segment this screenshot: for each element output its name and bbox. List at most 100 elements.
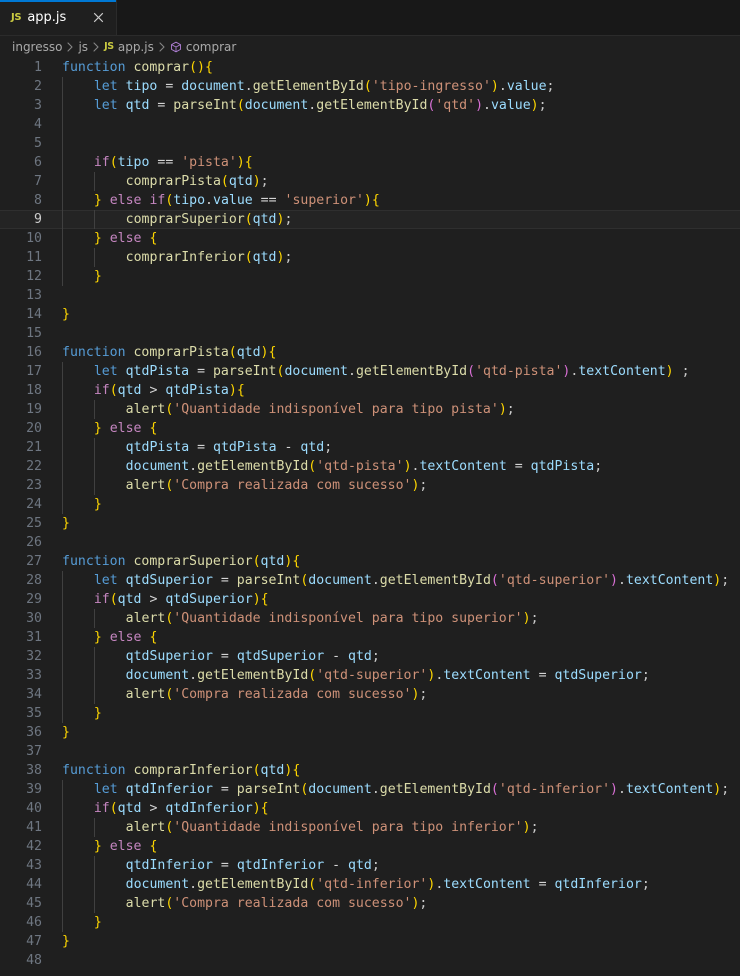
code-line[interactable]: 24 } [0, 495, 740, 514]
line-number: 41 [26, 820, 42, 835]
code-line[interactable]: 25} [0, 514, 740, 533]
code-line[interactable]: 34 alert('Compra realizada com sucesso')… [0, 685, 740, 704]
symbol-method-icon [170, 41, 182, 53]
line-number: 43 [26, 858, 42, 873]
line-number: 29 [26, 592, 42, 607]
code-line[interactable]: 7 comprarPista(qtd); [0, 172, 740, 191]
code-line[interactable]: 3 let qtd = parseInt(document.getElement… [0, 96, 740, 115]
code-line[interactable]: 37 [0, 742, 740, 761]
line-number: 22 [26, 459, 42, 474]
code-line[interactable]: 30 alert('Quantidade indisponível para t… [0, 609, 740, 628]
line-number: 24 [26, 497, 42, 512]
code-line-text: if(qtd > qtdPista){ [93, 383, 245, 398]
code-line[interactable]: 45 alert('Compra realizada com sucesso')… [0, 894, 740, 913]
code-line[interactable]: 22 document.getElementById('qtd-pista').… [0, 457, 740, 476]
breadcrumb-item-folder[interactable]: ingresso [11, 41, 63, 53]
breadcrumb-label: js [78, 40, 89, 54]
code-line[interactable]: 2 let tipo = document.getElementById('ti… [0, 77, 740, 96]
code-line[interactable]: 11 comprarInferior(qtd); [0, 248, 740, 267]
code-line[interactable]: 36} [0, 723, 740, 742]
chevron-right-icon [63, 42, 77, 52]
code-line[interactable]: 15 [0, 324, 740, 343]
code-line-text: qtdInferior = qtdInferior - qtd; [125, 858, 380, 873]
code-line[interactable]: 28 let qtdSuperior = parseInt(document.g… [0, 571, 740, 590]
code-line-text: alert('Quantidade indisponível para tipo… [125, 402, 515, 417]
code-line[interactable]: 46 } [0, 913, 740, 932]
line-number: 39 [26, 782, 42, 797]
code-line[interactable]: 21 qtdPista = qtdPista - qtd; [0, 438, 740, 457]
line-number: 47 [26, 934, 42, 949]
code-line[interactable]: 35 } [0, 704, 740, 723]
code-line-text: function comprar(){ [62, 60, 213, 75]
code-line-text: } else { [93, 630, 158, 645]
code-line[interactable]: 41 alert('Quantidade indisponível para t… [0, 818, 740, 837]
code-line-text: comprarPista(qtd); [125, 174, 269, 189]
code-line[interactable]: 27 function comprarSuperior(qtd){ [0, 552, 740, 571]
chevron-right-icon [89, 42, 103, 52]
breadcrumb-label: ingresso [12, 40, 63, 54]
line-number: 31 [26, 630, 42, 645]
code-line[interactable]: 4 [0, 115, 740, 134]
js-file-icon: JS [11, 11, 22, 23]
code-line-text: } [62, 725, 70, 740]
breadcrumb-item-symbol[interactable]: comprar [169, 41, 237, 53]
code-line[interactable]: 31 } else { [0, 628, 740, 647]
breadcrumb-item-js[interactable]: js [77, 41, 89, 53]
line-number: 8 [34, 193, 42, 208]
code-line-text: alert('Compra realizada com sucesso'); [125, 478, 428, 493]
line-number: 38 [26, 763, 42, 778]
code-line-text: comprarInferior(qtd); [125, 250, 293, 265]
code-line[interactable]: 47} [0, 932, 740, 951]
line-number: 37 [26, 744, 42, 759]
code-line-text: } [93, 269, 102, 284]
code-line[interactable]: 8 } else if(tipo.value == 'superior'){ [0, 191, 740, 210]
breadcrumb-label: comprar [185, 40, 237, 54]
code-line-text: alert('Compra realizada com sucesso'); [125, 687, 428, 702]
code-line-text: } [93, 915, 102, 930]
code-line[interactable]: 44 document.getElementById('qtd-inferior… [0, 875, 740, 894]
code-line[interactable]: 18 if(qtd > qtdPista){ [0, 381, 740, 400]
code-line-text: if(qtd > qtdInferior){ [93, 801, 269, 816]
code-line[interactable]: 48 [0, 951, 740, 970]
code-line[interactable]: 17 let qtdPista = parseInt(document.getE… [0, 362, 740, 381]
code-line-text: if(tipo == 'pista'){ [93, 155, 253, 170]
code-line[interactable]: 6 if(tipo == 'pista'){ [0, 153, 740, 172]
breadcrumb-item-file[interactable]: JS app.js [103, 41, 155, 53]
code-line-text: comprarSuperior(qtd); [125, 212, 293, 227]
code-editor[interactable]: 1 function comprar(){2 let tipo = documen… [0, 58, 740, 976]
code-line[interactable]: 20 } else { [0, 419, 740, 438]
code-line[interactable]: 1 function comprar(){ [0, 58, 740, 77]
code-line-text: document.getElementById('qtd-superior').… [125, 668, 650, 683]
code-line[interactable]: 9 comprarSuperior(qtd); [0, 210, 740, 229]
code-line[interactable]: 10 } else { [0, 229, 740, 248]
code-line[interactable]: 14} [0, 305, 740, 324]
code-line-text: alert('Quantidade indisponível para tipo… [125, 611, 539, 626]
close-icon[interactable] [89, 9, 107, 27]
code-line[interactable]: 40 if(qtd > qtdInferior){ [0, 799, 740, 818]
code-lines-container[interactable]: 1 function comprar(){2 let tipo = documen… [0, 58, 740, 976]
code-line[interactable]: 39 let qtdInferior = parseInt(document.g… [0, 780, 740, 799]
code-line[interactable]: 26 [0, 533, 740, 552]
code-line[interactable]: 38 function comprarInferior(qtd){ [0, 761, 740, 780]
code-line[interactable]: 33 document.getElementById('qtd-superior… [0, 666, 740, 685]
code-line[interactable]: 32 qtdSuperior = qtdSuperior - qtd; [0, 647, 740, 666]
code-line[interactable]: 16 function comprarPista(qtd){ [0, 343, 740, 362]
code-line[interactable]: 42 } else { [0, 837, 740, 856]
line-number: 26 [26, 535, 42, 550]
code-line[interactable]: 19 alert('Quantidade indisponível para t… [0, 400, 740, 419]
code-line[interactable]: 5 [0, 134, 740, 153]
line-number: 40 [26, 801, 42, 816]
editor-tab-app-js[interactable]: JS app.js [0, 0, 117, 35]
code-line-text: if(qtd > qtdSuperior){ [93, 592, 269, 607]
code-line[interactable]: 12 } [0, 267, 740, 286]
code-line[interactable]: 13 [0, 286, 740, 305]
code-line[interactable]: 23 alert('Compra realizada com sucesso')… [0, 476, 740, 495]
code-line-text: } else { [93, 421, 158, 436]
line-number: 2 [34, 79, 42, 94]
code-line[interactable]: 43 qtdInferior = qtdInferior - qtd; [0, 856, 740, 875]
code-line-text: } [62, 934, 70, 949]
line-number: 27 [26, 554, 42, 569]
line-number: 42 [26, 839, 42, 854]
code-line[interactable]: 29 if(qtd > qtdSuperior){ [0, 590, 740, 609]
line-number: 28 [26, 573, 42, 588]
